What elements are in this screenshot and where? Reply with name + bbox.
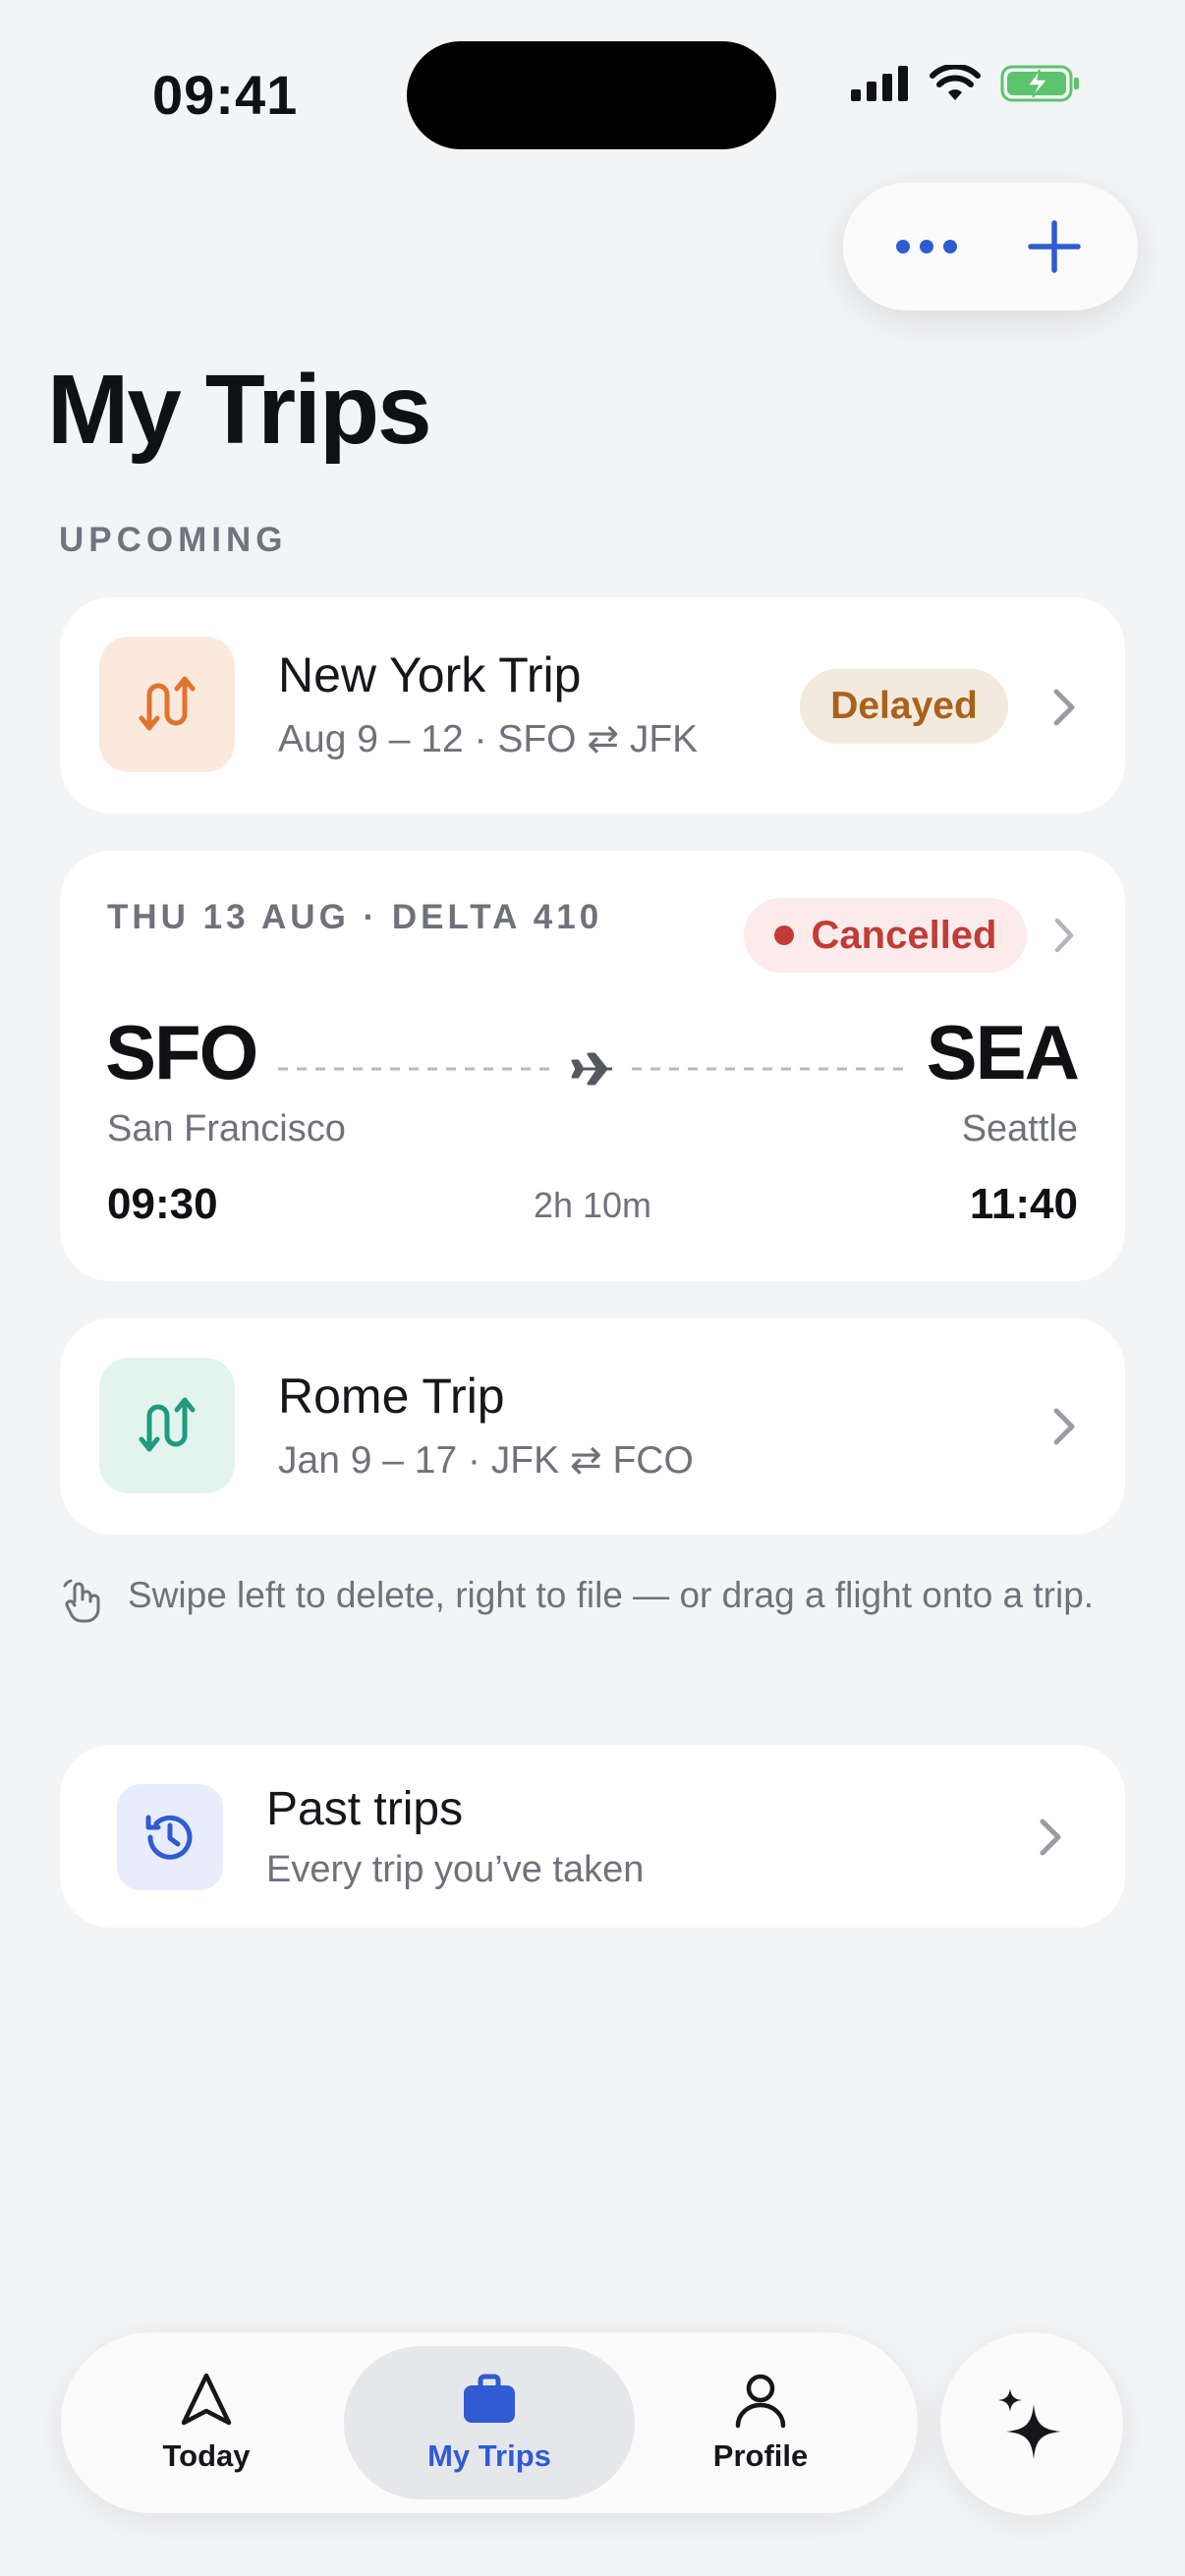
battery-charging-icon <box>1000 65 1079 102</box>
tab-profile[interactable]: Profile <box>615 2346 906 2499</box>
past-trips-subtitle: Every trip you’ve taken <box>266 1849 645 1890</box>
origin-city: San Francisco <box>107 1108 346 1149</box>
trip-icon-container <box>99 637 235 772</box>
past-trips-card[interactable]: Past trips Every trip you’ve taken <box>60 1745 1125 1928</box>
status-badge-label: Cancelled <box>811 913 997 957</box>
chevron-right-icon <box>1053 1408 1075 1445</box>
arrival-time: 11:40 <box>969 1180 1078 1228</box>
trip-subtitle: Jan 9 – 17 · JFK ⇄ FCO <box>278 1439 694 1482</box>
flight-card[interactable]: THU 13 AUG · DELTA 410 Cancelled SFO SEA… <box>60 851 1125 1281</box>
flight-date-number: THU 13 AUG · DELTA 410 <box>107 898 603 936</box>
tab-label: My Trips <box>427 2438 551 2473</box>
page-title: My Trips <box>47 355 432 465</box>
round-trip-arrows-icon <box>139 676 196 731</box>
trip-card-new-york[interactable]: New York Trip Aug 9 – 12 · SFO ⇄ JFK Del… <box>60 597 1125 813</box>
origin-code: SFO <box>105 1009 258 1095</box>
navigation-arrow-icon <box>181 2373 232 2426</box>
briefcase-icon <box>464 2374 515 2423</box>
status-dot <box>773 925 794 945</box>
flight-duration: 2h 10m <box>533 1185 652 1225</box>
wifi-icon <box>930 65 981 100</box>
past-trips-icon-container <box>117 1784 223 1890</box>
dynamic-island <box>407 41 776 149</box>
destination-city: Seattle <box>961 1108 1078 1149</box>
assistant-button[interactable] <box>940 2332 1123 2515</box>
status-time: 09:41 <box>152 64 299 126</box>
destination-code: SEA <box>926 1009 1080 1095</box>
airplane-icon <box>571 1052 612 1086</box>
trip-name: Rome Trip <box>278 1369 505 1424</box>
history-clock-icon <box>145 1815 193 1860</box>
top-actions-pill <box>843 183 1138 310</box>
chevron-right-icon <box>1053 689 1075 726</box>
add-trip-button[interactable] <box>1005 197 1103 296</box>
ellipsis-icon <box>896 240 957 253</box>
sparkles-icon <box>998 2388 1061 2459</box>
tab-label: Today <box>162 2438 251 2473</box>
trip-icon-container <box>99 1358 235 1493</box>
my-trips-screen: 09:41 My Trips UPCOMING New York Trip Au… <box>0 0 1185 2576</box>
hint-text: Swipe left to delete, right to file — or… <box>128 1575 1095 1615</box>
chevron-right-icon <box>1054 918 1074 953</box>
more-button[interactable] <box>877 197 976 296</box>
cellular-signal-icon <box>851 66 908 101</box>
section-label-upcoming: UPCOMING <box>59 521 288 559</box>
tab-label: Profile <box>712 2438 809 2473</box>
tab-bar: Today My Trips Profile <box>61 2332 918 2513</box>
trip-card-rome[interactable]: Rome Trip Jan 9 – 17 · JFK ⇄ FCO <box>60 1318 1125 1535</box>
status-badge-delayed: Delayed <box>800 669 1008 744</box>
hand-swipe-icon <box>63 1579 100 1623</box>
trip-name: New York Trip <box>278 647 582 702</box>
round-trip-arrows-icon <box>139 1397 196 1452</box>
tab-my-trips[interactable]: My Trips <box>344 2346 635 2499</box>
status-badge-cancelled: Cancelled <box>744 898 1027 973</box>
tab-today[interactable]: Today <box>61 2346 352 2499</box>
route-line <box>278 1052 907 1086</box>
chevron-right-icon <box>1040 1819 1061 1856</box>
trip-subtitle: Aug 9 – 12 · SFO ⇄ JFK <box>278 718 699 760</box>
person-icon <box>735 2374 786 2429</box>
past-trips-title: Past trips <box>266 1783 464 1835</box>
status-icons <box>851 65 1081 102</box>
plus-icon <box>1028 220 1081 273</box>
